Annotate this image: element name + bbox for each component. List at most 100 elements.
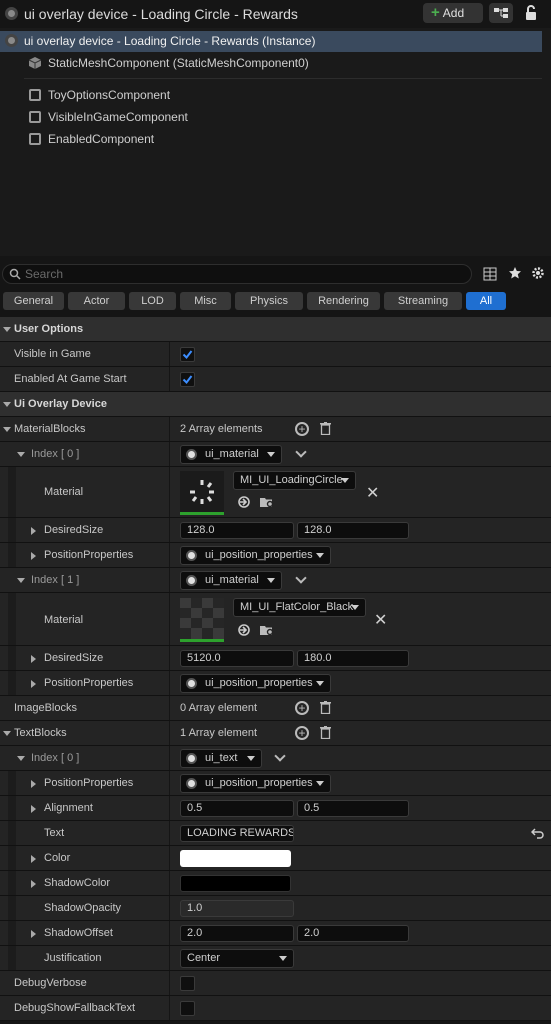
column-divider bbox=[169, 846, 170, 870]
material-color-bar bbox=[180, 512, 224, 515]
property-justification: Justification Center bbox=[0, 946, 551, 971]
column-divider bbox=[169, 367, 170, 391]
material-asset-select[interactable]: MI_UI_FlatColor_Black bbox=[233, 598, 366, 617]
chevron-down-icon bbox=[316, 781, 324, 786]
tab-lod[interactable]: LOD bbox=[129, 292, 176, 310]
desired-size-y-input[interactable]: 128.0 bbox=[297, 522, 409, 539]
expand-icon[interactable] bbox=[31, 527, 36, 535]
filter-tabs: General Actor LOD Misc Physics Rendering… bbox=[0, 290, 551, 314]
position-properties-select[interactable]: ui_position_properties bbox=[180, 674, 331, 693]
expand-icon[interactable] bbox=[31, 880, 36, 888]
shadow-offset-x-input[interactable]: 2.0 bbox=[180, 925, 294, 942]
blueprint-button[interactable] bbox=[489, 3, 513, 23]
star-icon[interactable] bbox=[508, 266, 522, 280]
add-element-icon[interactable]: + bbox=[295, 726, 309, 740]
use-selected-icon[interactable] bbox=[237, 495, 251, 509]
desired-size-x-input[interactable]: 5120.0 bbox=[180, 650, 294, 667]
expand-icon[interactable] bbox=[31, 680, 36, 688]
property-color: Color bbox=[0, 846, 551, 871]
ui-material-select[interactable]: ui_material bbox=[180, 445, 282, 464]
tab-streaming[interactable]: Streaming bbox=[384, 292, 462, 310]
position-properties-select[interactable]: ui_position_properties bbox=[180, 546, 331, 565]
table-view-icon[interactable] bbox=[483, 267, 497, 281]
expand-icon[interactable] bbox=[31, 805, 36, 813]
section-ui-overlay-device[interactable]: Ui Overlay Device bbox=[0, 392, 551, 417]
search-icon bbox=[9, 268, 21, 280]
alignment-x-input[interactable]: 0.5 bbox=[180, 800, 294, 817]
chevron-down-icon bbox=[341, 478, 349, 483]
chevron-down-icon bbox=[316, 553, 324, 558]
expand-icon[interactable] bbox=[31, 930, 36, 938]
lock-icon[interactable] bbox=[523, 5, 539, 21]
position-properties-select[interactable]: ui_position_properties bbox=[180, 774, 331, 793]
tab-all[interactable]: All bbox=[466, 292, 506, 310]
divider bbox=[24, 78, 542, 79]
enabled-at-start-checkbox[interactable] bbox=[180, 372, 195, 387]
array-count: 0 Array element bbox=[180, 702, 258, 714]
property-label: DesiredSize bbox=[44, 652, 104, 664]
trash-icon[interactable] bbox=[320, 422, 331, 435]
column-divider bbox=[169, 996, 170, 1020]
desired-size-y-input[interactable]: 180.0 bbox=[297, 650, 409, 667]
trash-icon[interactable] bbox=[320, 726, 331, 739]
debug-verbose-checkbox[interactable] bbox=[180, 976, 195, 991]
indent-guide bbox=[8, 518, 16, 542]
expand-icon[interactable] bbox=[3, 427, 11, 432]
chevron-down-icon[interactable] bbox=[274, 750, 286, 762]
indent-guide bbox=[8, 871, 16, 895]
section-user-options[interactable]: User Options bbox=[0, 317, 551, 342]
browse-icon[interactable] bbox=[259, 495, 275, 509]
color-swatch[interactable] bbox=[180, 850, 291, 867]
expand-icon[interactable] bbox=[31, 855, 36, 863]
add-element-icon[interactable]: + bbox=[295, 422, 309, 436]
expand-icon[interactable] bbox=[17, 578, 25, 583]
expand-icon[interactable] bbox=[31, 552, 36, 560]
tab-general[interactable]: General bbox=[3, 292, 64, 310]
shadow-color-swatch[interactable] bbox=[180, 875, 291, 892]
text-input[interactable]: LOADING REWARDS bbox=[180, 825, 294, 842]
trash-icon[interactable] bbox=[320, 701, 331, 714]
ui-material-select[interactable]: ui_material bbox=[180, 571, 282, 590]
browse-icon[interactable] bbox=[259, 623, 275, 637]
loading-circle-thumbnail[interactable] bbox=[180, 471, 224, 515]
expand-icon[interactable] bbox=[17, 756, 25, 761]
actor-instance-icon bbox=[5, 34, 18, 47]
property-label: TextBlocks bbox=[14, 727, 67, 739]
chevron-down-icon[interactable] bbox=[295, 446, 307, 458]
clear-icon[interactable]: ✕ bbox=[366, 483, 379, 503]
shadow-opacity-slider[interactable]: 1.0 bbox=[180, 900, 294, 917]
chevron-down-icon[interactable] bbox=[295, 572, 307, 584]
search-input[interactable]: Search bbox=[2, 264, 472, 284]
flat-color-thumbnail[interactable] bbox=[180, 598, 224, 642]
tab-rendering[interactable]: Rendering bbox=[307, 292, 380, 310]
material-asset-select[interactable]: MI_UI_LoadingCircle bbox=[233, 471, 356, 490]
use-selected-icon[interactable] bbox=[237, 623, 251, 637]
desired-size-x-input[interactable]: 128.0 bbox=[180, 522, 294, 539]
expand-icon[interactable] bbox=[31, 655, 36, 663]
add-button[interactable]: + Add bbox=[423, 3, 483, 23]
clear-icon[interactable]: ✕ bbox=[374, 610, 387, 630]
justification-select[interactable]: Center bbox=[180, 949, 294, 968]
settings-gear-icon[interactable] bbox=[531, 266, 545, 280]
index-label: Index [ 1 ] bbox=[31, 574, 80, 586]
tab-actor[interactable]: Actor bbox=[68, 292, 125, 310]
instance-row[interactable]: ui overlay device - Loading Circle - Rew… bbox=[0, 31, 542, 52]
column-divider bbox=[169, 342, 170, 366]
indent-guide bbox=[8, 821, 16, 845]
property-label: Visible in Game bbox=[14, 348, 91, 360]
add-element-icon[interactable]: + bbox=[295, 701, 309, 715]
reset-to-default-icon[interactable] bbox=[531, 828, 544, 839]
visible-in-game-checkbox[interactable] bbox=[180, 347, 195, 362]
indent-guide bbox=[8, 796, 16, 820]
expand-icon[interactable] bbox=[31, 780, 36, 788]
property-label: MaterialBlocks bbox=[14, 423, 86, 435]
check-icon bbox=[182, 375, 193, 385]
alignment-y-input[interactable]: 0.5 bbox=[297, 800, 409, 817]
tab-physics[interactable]: Physics bbox=[235, 292, 303, 310]
expand-icon[interactable] bbox=[17, 452, 25, 457]
tab-misc[interactable]: Misc bbox=[180, 292, 231, 310]
ui-text-select[interactable]: ui_text bbox=[180, 749, 262, 768]
debug-fallback-checkbox[interactable] bbox=[180, 1001, 195, 1016]
expand-icon[interactable] bbox=[3, 731, 11, 736]
shadow-offset-y-input[interactable]: 2.0 bbox=[297, 925, 409, 942]
